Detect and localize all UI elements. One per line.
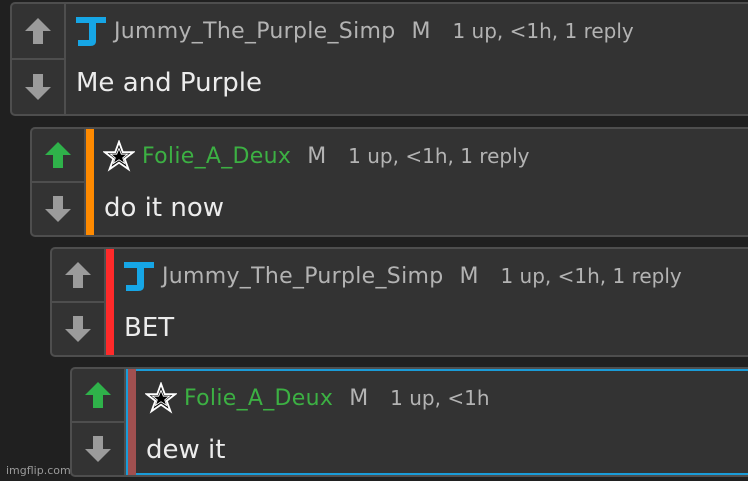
comment-meta: 1 up, <1h (390, 386, 490, 410)
up-arrow-icon (85, 382, 111, 408)
upvote-button[interactable] (12, 4, 64, 58)
comment: Folie_A_Deux M 1 up, <1h dew it (70, 367, 748, 477)
comment-header: Jummy_The_Purple_Simp M 1 up, <1h, 1 rep… (66, 4, 748, 58)
comment: Jummy_The_Purple_Simp M 1 up, <1h, 1 rep… (10, 2, 748, 116)
depth-indicator (86, 129, 94, 235)
up-arrow-icon (45, 142, 71, 168)
depth-indicator (106, 249, 114, 355)
username-link[interactable]: Jummy_The_Purple_Simp (162, 264, 443, 289)
comment-meta: 1 up, <1h, 1 reply (348, 144, 530, 168)
username-link[interactable]: Folie_A_Deux (184, 386, 333, 411)
comment-body: Folie_A_Deux M 1 up, <1h dew it (136, 369, 748, 475)
comment-text: do it now (104, 193, 225, 223)
upvote-button[interactable] (32, 129, 84, 181)
j-letter-icon[interactable] (122, 259, 156, 293)
vote-column (12, 4, 66, 114)
upvote-button[interactable] (72, 369, 124, 421)
j-letter-icon[interactable] (74, 14, 108, 48)
mod-badge: M (411, 18, 431, 44)
star-icon[interactable] (144, 381, 178, 415)
comment-body: Jummy_The_Purple_Simp M 1 up, <1h, 1 rep… (114, 249, 748, 355)
mod-badge: M (459, 263, 479, 289)
comment-meta: 1 up, <1h, 1 reply (500, 264, 682, 288)
downvote-button[interactable] (72, 421, 124, 475)
comment-header: Folie_A_Deux M 1 up, <1h (136, 371, 748, 425)
downvote-button[interactable] (32, 181, 84, 235)
watermark: imgflip.com (6, 464, 71, 477)
up-arrow-icon (65, 262, 91, 288)
comment: Jummy_The_Purple_Simp M 1 up, <1h, 1 rep… (50, 247, 748, 357)
depth-indicator (126, 369, 136, 475)
down-arrow-icon (65, 316, 91, 342)
up-arrow-icon (25, 18, 51, 44)
comment-meta: 1 up, <1h, 1 reply (452, 19, 634, 43)
comment-body: Folie_A_Deux M 1 up, <1h, 1 reply do it … (94, 129, 748, 235)
down-arrow-icon (45, 196, 71, 222)
comment: Folie_A_Deux M 1 up, <1h, 1 reply do it … (30, 127, 748, 237)
comment-header: Folie_A_Deux M 1 up, <1h, 1 reply (94, 129, 748, 183)
mod-badge: M (349, 385, 369, 411)
comment-text: Me and Purple (76, 68, 262, 98)
mod-badge: M (307, 143, 327, 169)
down-arrow-icon (85, 436, 111, 462)
comment-header: Jummy_The_Purple_Simp M 1 up, <1h, 1 rep… (114, 249, 748, 303)
comment-body: Jummy_The_Purple_Simp M 1 up, <1h, 1 rep… (66, 4, 748, 114)
star-icon[interactable] (102, 139, 136, 173)
username-link[interactable]: Folie_A_Deux (142, 144, 291, 169)
vote-column (52, 249, 106, 355)
vote-column (32, 129, 86, 235)
comment-text: dew it (146, 435, 226, 465)
downvote-button[interactable] (52, 301, 104, 355)
upvote-button[interactable] (52, 249, 104, 301)
downvote-button[interactable] (12, 58, 64, 114)
username-link[interactable]: Jummy_The_Purple_Simp (114, 19, 395, 44)
comment-text: BET (124, 313, 175, 343)
vote-column (72, 369, 126, 475)
down-arrow-icon (25, 74, 51, 100)
